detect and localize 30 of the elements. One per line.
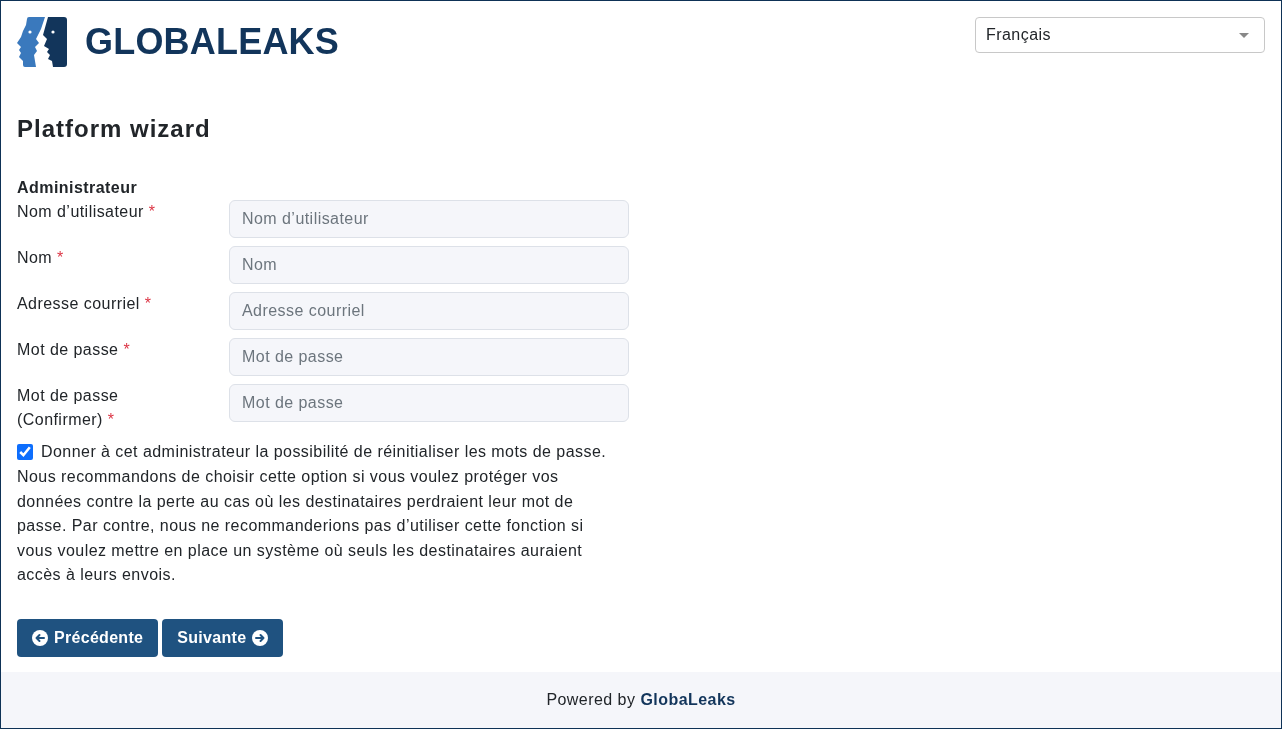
input-field[interactable]: Nom d’utilisateur — [229, 200, 629, 238]
language-select[interactable]: Français — [975, 17, 1265, 53]
required-mark: * — [144, 295, 152, 312]
required-mark: * — [148, 203, 156, 220]
page-title: Platform wizard — [17, 114, 212, 143]
section-title: Administrateur — [17, 178, 139, 198]
field-label: Mot de passe * — [17, 340, 132, 360]
next-button[interactable]: Suivante — [162, 618, 284, 657]
field-label: Nom d’utilisateur * — [17, 202, 157, 222]
checkbox[interactable] — [17, 444, 33, 460]
required-mark: * — [57, 249, 64, 266]
input-field[interactable]: Adresse courriel — [229, 292, 629, 330]
field-label: Mot de passe (Confirmer) * — [17, 386, 120, 430]
input-field[interactable]: Nom — [229, 246, 629, 284]
globaleaks-link[interactable]: GlobaLeaks — [640, 691, 736, 709]
logo-icon — [17, 17, 67, 67]
required-mark: * — [107, 411, 115, 428]
field-label: Adresse courriel * — [17, 294, 153, 314]
required-mark: * — [123, 341, 131, 358]
footer-text: Powered by — [546, 691, 636, 709]
previous-button[interactable]: Précédente — [17, 618, 159, 657]
field-label: Nom * — [17, 248, 65, 268]
circle-arrow-right-icon — [252, 629, 269, 646]
checkbox-label: Donner à cet administrateur la possibilité de réinitialiser les mots de passe. — [41, 442, 607, 462]
input-field[interactable]: Mot de passe — [229, 338, 629, 376]
input-field[interactable]: Mot de passe — [229, 384, 629, 422]
circle-arrow-left-icon — [32, 629, 48, 646]
help-paragraph: Nous recommandons de choisir cette option si vous voulez protéger vos données contre la perte au cas où les destinataires perdraient leur mot de passe. Par contre, nous ne recommanderions pas d’utiliser cette fonction si vous voulez mettre en place un système où seuls les destinataires auraient accès à leurs envois. — [17, 467, 585, 585]
logo-text: GLOBALEAKS — [85, 22, 339, 62]
caret-icon — [1239, 32, 1249, 38]
